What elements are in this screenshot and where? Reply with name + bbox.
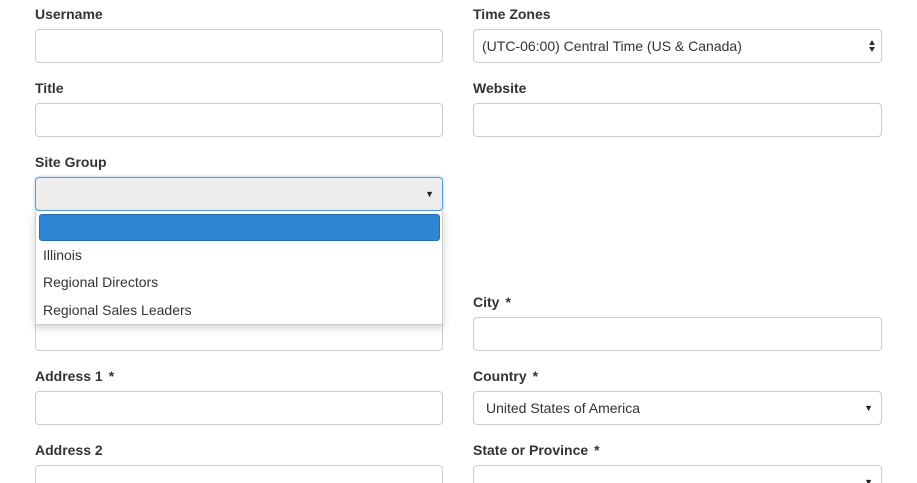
website-input[interactable]	[473, 103, 882, 137]
address2-label: Address 2	[35, 442, 103, 458]
dropdown-option-empty-highlighted[interactable]	[39, 214, 440, 241]
site-group-select[interactable]: ▼	[35, 177, 443, 211]
city-label: City *	[473, 294, 511, 310]
caret-down-icon: ▼	[425, 189, 434, 199]
required-marker: *	[594, 442, 600, 458]
address1-label: Address 1 *	[35, 368, 114, 384]
country-value: United States of America	[486, 400, 641, 416]
time-zones-select[interactable]: (UTC-06:00) Central Time (US & Canada)	[473, 29, 882, 63]
state-label-text: State or Province	[473, 442, 589, 458]
website-label: Website	[473, 80, 527, 96]
username-input[interactable]	[35, 29, 443, 63]
dropdown-option-regional-sales-leaders[interactable]: Regional Sales Leaders	[43, 301, 192, 319]
dropdown-option-illinois[interactable]: Illinois	[43, 246, 82, 264]
country-label-text: Country	[473, 368, 527, 384]
caret-down-icon: ▼	[864, 403, 873, 413]
title-input[interactable]	[35, 103, 443, 137]
address1-input[interactable]	[35, 391, 443, 425]
country-label: Country *	[473, 368, 538, 384]
up-down-arrows-icon	[868, 38, 876, 54]
username-label: Username	[35, 6, 103, 22]
caret-down-icon: ▼	[864, 477, 873, 483]
title-label: Title	[35, 80, 64, 96]
site-group-label: Site Group	[35, 154, 107, 170]
dropdown-option-regional-directors[interactable]: Regional Directors	[43, 273, 158, 291]
address1-label-text: Address 1	[35, 368, 103, 384]
city-input[interactable]	[473, 317, 882, 351]
required-marker: *	[108, 368, 115, 384]
country-select[interactable]: United States of America ▼	[473, 391, 882, 425]
state-select[interactable]: ▼	[473, 465, 882, 483]
time-zones-value: (UTC-06:00) Central Time (US & Canada)	[482, 38, 742, 54]
site-group-dropdown: Illinois Regional Directors Regional Sal…	[35, 211, 443, 325]
address2-input[interactable]	[35, 465, 443, 483]
required-marker: *	[505, 294, 511, 310]
city-label-text: City	[473, 294, 500, 310]
required-marker: *	[532, 368, 539, 384]
state-label: State or Province *	[473, 442, 600, 458]
time-zones-label: Time Zones	[473, 6, 551, 22]
